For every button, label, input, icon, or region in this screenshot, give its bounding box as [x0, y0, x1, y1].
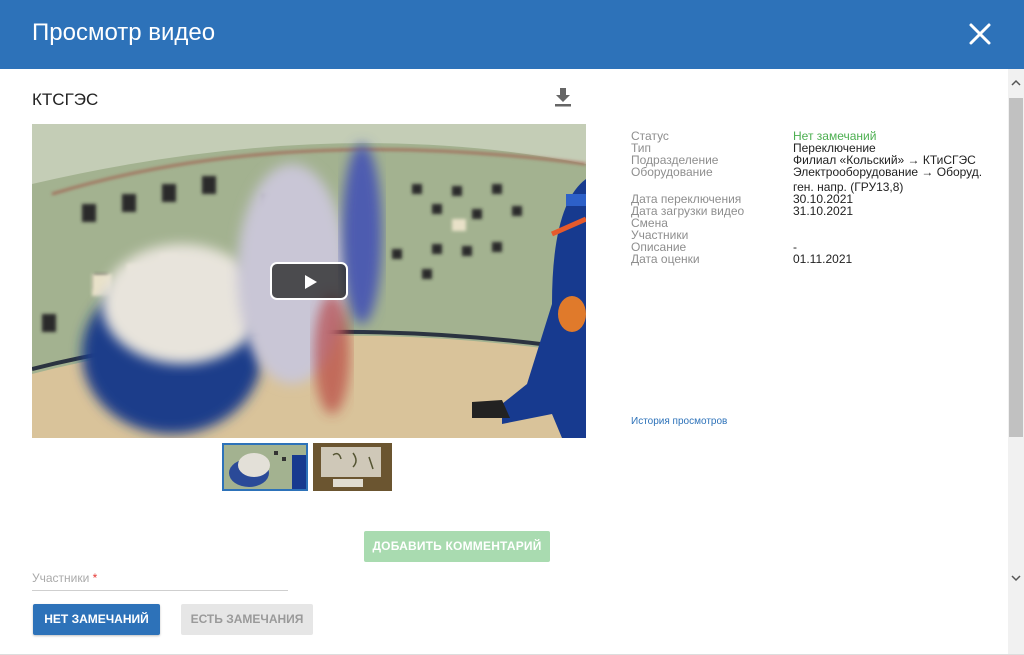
video-title: КТСГЭС: [32, 90, 99, 109]
add-comment-button[interactable]: ДОБАВИТЬ КОММЕНТАРИЙ: [364, 531, 550, 562]
scroll-up-icon[interactable]: [1008, 77, 1024, 89]
required-mark: *: [92, 571, 98, 585]
participants-field-label-text: Участники: [32, 571, 90, 585]
video-thumbnail-1[interactable]: [222, 443, 308, 491]
video-view-dialog: Просмотр видео КТСГЭС Статус Нет замечан…: [0, 0, 1024, 655]
dialog-title: Просмотр видео: [32, 19, 216, 46]
vertical-scrollbar[interactable]: [1008, 69, 1024, 655]
equipment-label: Оборудование: [631, 165, 713, 179]
rating-date-value: 01.11.2021: [793, 252, 853, 266]
video-player[interactable]: [32, 124, 586, 438]
download-button[interactable]: [551, 85, 575, 109]
upload-date-value: 31.10.2021: [793, 204, 854, 218]
play-button[interactable]: [270, 262, 348, 300]
video-thumbnail-2[interactable]: [313, 443, 392, 491]
download-icon: [555, 88, 571, 107]
view-history-link[interactable]: История просмотров: [631, 416, 727, 427]
equipment-value: Электрооборудование → Оборуд. ген. напр.…: [793, 165, 983, 194]
thumbnail-image: [224, 445, 306, 489]
rating-date-label: Дата оценки: [631, 252, 700, 266]
close-button[interactable]: [962, 16, 998, 52]
has-issues-button[interactable]: ЕСТЬ ЗАМЕЧАНИЯ: [181, 604, 313, 635]
scroll-down-icon[interactable]: [1008, 572, 1024, 584]
participants-input[interactable]: [32, 590, 288, 591]
dialog-content: КТСГЭС Статус Нет замечаний Тип Переключ…: [0, 69, 1008, 655]
dialog-header: Просмотр видео: [0, 0, 1024, 69]
participants-field-label: Участники *: [32, 571, 97, 585]
thumbnail-image: [313, 443, 392, 491]
scrollbar-thumb[interactable]: [1009, 98, 1023, 437]
close-icon: [969, 23, 991, 45]
play-icon: [305, 275, 317, 289]
no-issues-button[interactable]: НЕТ ЗАМЕЧАНИЙ: [33, 604, 160, 635]
